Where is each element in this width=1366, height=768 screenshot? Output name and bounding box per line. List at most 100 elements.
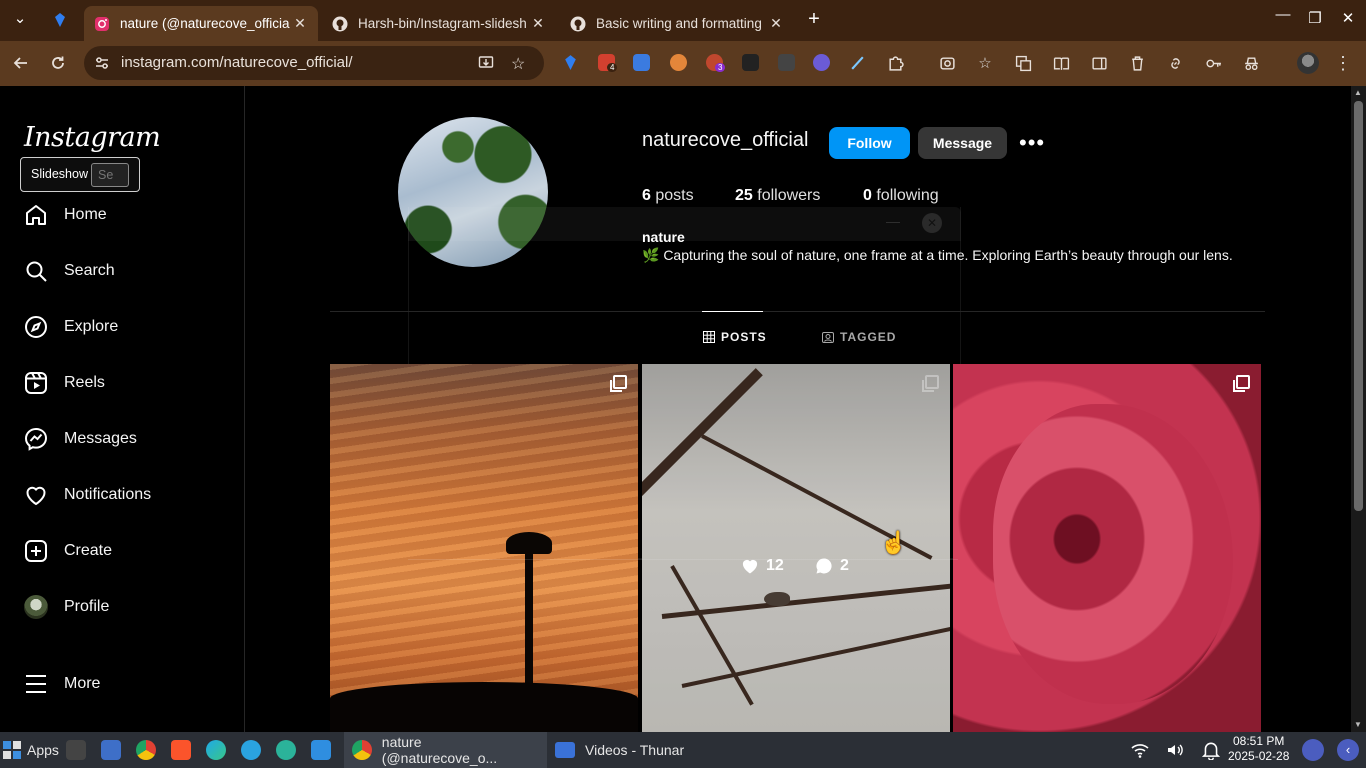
volume-icon[interactable] xyxy=(1166,741,1184,764)
following-count[interactable]: 0 following xyxy=(863,187,939,205)
tab-close-icon[interactable]: ✕ xyxy=(292,15,308,32)
tab-posts[interactable]: POSTS xyxy=(703,330,767,344)
tab-close-icon[interactable]: ✕ xyxy=(530,15,546,32)
nav-label: Home xyxy=(64,206,107,223)
browser-menu-icon[interactable]: ⋮ xyxy=(1334,53,1352,73)
tab-search-chevron-icon[interactable]: ⌄ xyxy=(10,9,30,27)
hamburger-icon xyxy=(26,675,46,693)
minimize-icon[interactable]: — xyxy=(1273,6,1293,23)
tab-tagged[interactable]: TAGGED xyxy=(822,330,896,344)
aperture-app-icon[interactable] xyxy=(276,740,296,760)
window-close-icon[interactable]: ✕ xyxy=(1338,9,1358,27)
apps-menu-label[interactable]: Apps xyxy=(27,742,59,758)
extension-icon[interactable]: 3 xyxy=(706,54,726,72)
notifications-bell-icon[interactable] xyxy=(1201,740,1221,765)
telegram-icon[interactable] xyxy=(241,740,261,760)
home-icon xyxy=(26,205,46,225)
instagram-icon xyxy=(94,16,110,32)
tab-github-slideshow[interactable]: Harsh-bin/Instagram-slidesh ✕ xyxy=(322,6,556,41)
reading-mode-icon[interactable] xyxy=(1052,54,1070,72)
chrome-icon[interactable] xyxy=(136,740,156,760)
extension-icon[interactable] xyxy=(813,54,830,71)
tab-close-icon[interactable]: ✕ xyxy=(768,15,784,32)
ghost-window-edge xyxy=(408,559,958,560)
wifi-icon[interactable] xyxy=(1131,741,1149,764)
instagram-logo[interactable]: Instagram xyxy=(24,122,161,153)
taskbar-task-browser[interactable]: nature (@naturecove_o... xyxy=(344,732,547,768)
incognito-icon[interactable] xyxy=(1242,54,1260,72)
terminal-icon[interactable] xyxy=(66,740,86,760)
heart-icon xyxy=(26,486,46,506)
search-icon xyxy=(26,261,47,282)
browser-profile-avatar[interactable] xyxy=(1297,52,1319,74)
extension-icon[interactable] xyxy=(778,54,795,71)
tree-silhouette xyxy=(330,682,638,732)
nav-messages[interactable]: Messages xyxy=(24,423,224,455)
message-button[interactable]: Message xyxy=(918,127,1007,159)
edge-icon[interactable] xyxy=(206,740,226,760)
tablet-icon[interactable] xyxy=(1090,54,1108,72)
nav-more[interactable]: More xyxy=(24,668,224,700)
nav-notifications[interactable]: Notifications xyxy=(24,479,224,511)
new-tab-icon[interactable]: + xyxy=(804,8,824,31)
taskbar-task-thunar[interactable]: Videos - Thunar xyxy=(547,732,707,768)
favorites-icon[interactable]: ☆ xyxy=(976,54,994,72)
task-manager-icon[interactable] xyxy=(101,740,121,760)
tab-title: Harsh-bin/Instagram-slidesh xyxy=(358,16,527,31)
address-bar[interactable]: instagram.com/naturecove_official/ ☆ xyxy=(84,46,544,80)
site-info-icon[interactable] xyxy=(94,55,110,76)
task-title: Videos - Thunar xyxy=(585,742,685,758)
link-icon[interactable] xyxy=(1166,54,1184,72)
folder-icon[interactable] xyxy=(311,740,331,760)
tab-tagged-label: TAGGED xyxy=(840,330,897,344)
nav-label: Search xyxy=(64,262,115,279)
nav-label: Explore xyxy=(64,318,119,335)
tab-github-formatting[interactable]: Basic writing and formatting ✕ xyxy=(560,6,794,41)
extension-icon[interactable] xyxy=(670,54,687,71)
extension-icon[interactable] xyxy=(849,54,866,71)
carousel-icon xyxy=(610,375,627,392)
extension-icon[interactable] xyxy=(633,54,650,71)
follow-button[interactable]: Follow xyxy=(829,127,910,159)
extensions-puzzle-icon[interactable] xyxy=(886,54,904,72)
back-icon[interactable] xyxy=(12,54,30,72)
apps-grid-icon[interactable] xyxy=(3,741,21,759)
brave-icon[interactable] xyxy=(171,740,191,760)
nav-home[interactable]: Home xyxy=(24,199,224,231)
clock[interactable]: 08:51 PM 2025-02-28 xyxy=(1228,734,1289,764)
scroll-up-icon[interactable]: ▲ xyxy=(1354,88,1362,97)
bookmark-star-icon[interactable]: ☆ xyxy=(511,54,525,74)
diamond-extension-icon[interactable] xyxy=(562,54,579,71)
followers-count-label: followers xyxy=(757,187,821,204)
reload-icon[interactable] xyxy=(49,54,67,72)
screenshot-icon[interactable] xyxy=(938,54,956,72)
tab-instagram[interactable]: nature (@naturecove_officia ✕ xyxy=(84,6,318,41)
slideshow-button[interactable]: Slideshow xyxy=(31,167,88,181)
extension-icon[interactable]: 4 xyxy=(598,54,618,72)
password-key-icon[interactable] xyxy=(1204,54,1222,72)
post-thumbnail[interactable] xyxy=(953,364,1261,732)
tab-title: nature (@naturecove_officia xyxy=(120,16,290,31)
nav-profile[interactable]: Profile xyxy=(24,591,224,623)
nav-explore[interactable]: Explore xyxy=(24,311,224,343)
followers-count[interactable]: 25 followers xyxy=(735,187,820,205)
nav-search[interactable]: Search xyxy=(24,255,224,287)
lock-screen-icon[interactable] xyxy=(1302,739,1324,761)
scroll-down-icon[interactable]: ▼ xyxy=(1354,720,1362,729)
nav-create[interactable]: Create xyxy=(24,535,224,567)
plus-square-icon xyxy=(25,540,47,562)
page-scrollbar[interactable]: ▲ ▼ xyxy=(1351,86,1366,732)
maximize-icon[interactable]: ❐ xyxy=(1305,9,1325,27)
scroll-thumb[interactable] xyxy=(1354,101,1363,511)
slideshow-seconds-input[interactable] xyxy=(91,163,129,187)
post-thumbnail[interactable] xyxy=(330,364,638,732)
trash-icon[interactable] xyxy=(1128,54,1146,72)
translate-icon[interactable] xyxy=(1014,54,1032,72)
nav-reels[interactable]: Reels xyxy=(24,367,224,399)
video-folder-icon xyxy=(555,742,575,758)
extension-icon[interactable] xyxy=(742,54,759,71)
options-more-icon[interactable]: ••• xyxy=(1019,130,1045,156)
show-desktop-chevron-icon[interactable]: ‹ xyxy=(1337,739,1359,761)
diamond-extension-icon[interactable] xyxy=(52,12,68,28)
install-app-icon[interactable] xyxy=(478,55,494,76)
